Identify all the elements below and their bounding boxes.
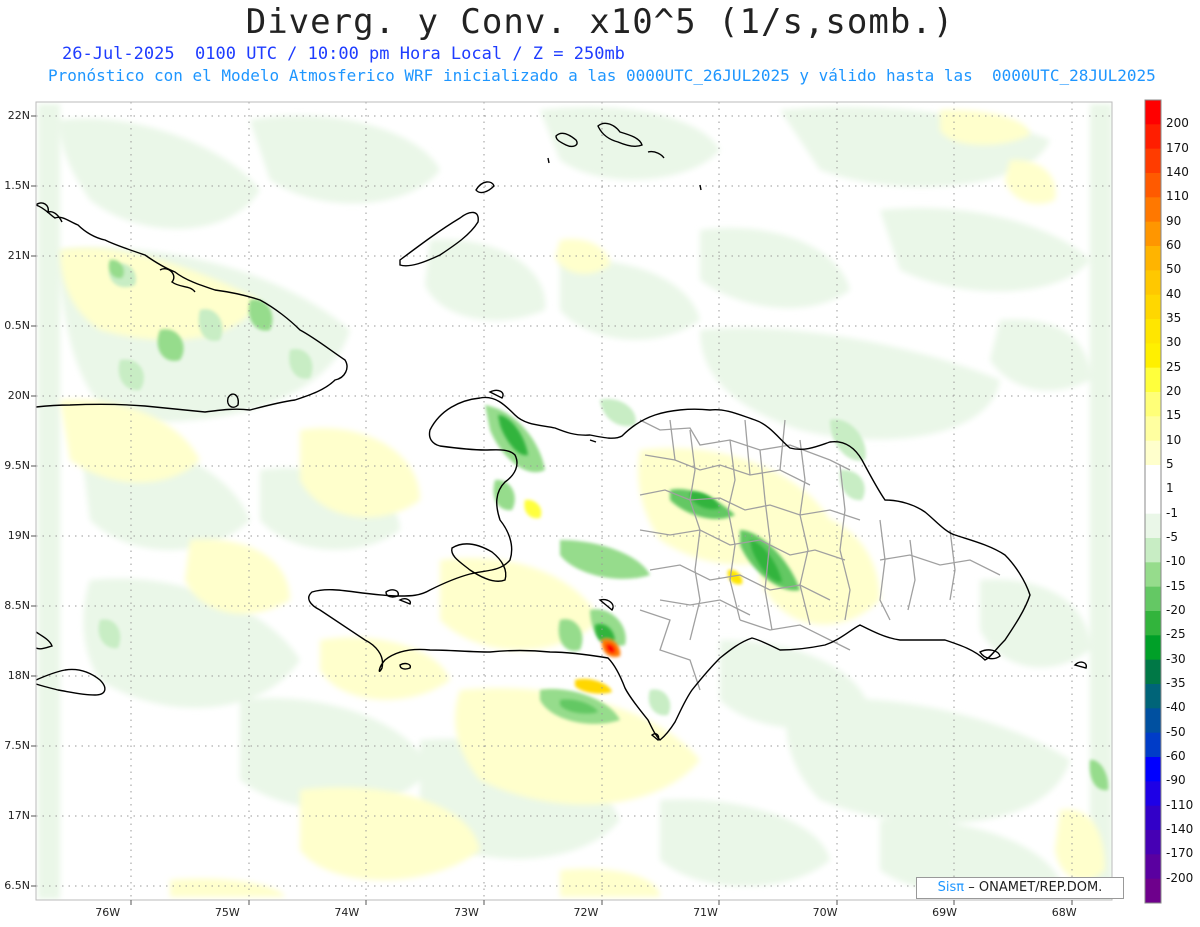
credit-text: – ONAMET/REP.DOM. (968, 880, 1103, 895)
lon-label: 71W (693, 906, 718, 919)
colorbar-label: -1 (1166, 505, 1178, 520)
lat-label: 0.5N (4, 319, 30, 332)
colorbar-label: -90 (1166, 773, 1186, 788)
colorbar-label: -15 (1166, 578, 1186, 593)
colorbar-label: 1 (1166, 481, 1174, 496)
lon-label: 68W (1051, 906, 1077, 919)
colorbar-label: 5 (1166, 457, 1174, 471)
colorbar-swatch (1145, 757, 1161, 782)
colorbar-swatch (1145, 805, 1161, 831)
colorbar-label: 15 (1166, 408, 1182, 423)
colorbar-swatch (1145, 416, 1161, 442)
colorbar-swatch (1145, 148, 1161, 174)
colorbar-label: 140 (1166, 165, 1189, 179)
colorbar-swatch (1145, 732, 1161, 758)
lat-label: 21N (7, 249, 30, 262)
colorbar-swatch (1145, 465, 1161, 490)
credit-box: Sisπ – ONAMET/REP.DOM. (916, 877, 1124, 899)
lon-label: 76W (95, 906, 121, 919)
lat-label: 7.5N (4, 739, 30, 752)
colorbar-label: 110 (1166, 189, 1189, 204)
colorbar-label: 90 (1166, 213, 1182, 228)
lat-label: 8.5N (4, 599, 30, 612)
colorbar-swatch (1145, 586, 1161, 612)
colorbar-swatch (1145, 781, 1161, 807)
colorbar-label: 35 (1166, 311, 1182, 325)
colorbar-label: -20 (1166, 603, 1186, 617)
colorbar-label: 30 (1166, 335, 1182, 350)
lat-label: 18N (7, 669, 30, 682)
colorbar-swatch (1145, 270, 1161, 296)
colorbar-swatch (1145, 392, 1161, 417)
lon-label: 74W (334, 906, 360, 919)
colorbar-label: -60 (1166, 749, 1186, 763)
lon-label: 75W (214, 906, 240, 919)
colorbar-swatch (1145, 367, 1161, 393)
lon-label: 72W (573, 906, 599, 919)
lat-label: 1.5N (4, 179, 30, 192)
colorbar-label: 200 (1166, 116, 1189, 131)
colorbar-swatch (1145, 221, 1161, 247)
colorbar-label: -35 (1166, 676, 1186, 690)
colorbar (1144, 99, 1162, 904)
colorbar-swatch (1145, 684, 1161, 709)
lat-label: 9.5N (4, 459, 30, 472)
colorbar-label: 40 (1166, 286, 1182, 301)
lon-label: 73W (453, 906, 479, 919)
colorbar-label: 20 (1166, 384, 1182, 398)
lon-label: 70W (812, 906, 838, 919)
colorbar-label: 25 (1166, 359, 1182, 374)
colorbar-swatch (1145, 708, 1161, 734)
colorbar-label: -140 (1166, 822, 1194, 836)
colorbar-swatch (1145, 854, 1161, 880)
colorbar-swatch (1145, 830, 1161, 855)
colorbar-swatch (1145, 319, 1161, 344)
colorbar-label: -5 (1166, 530, 1178, 544)
colorbar-swatch (1145, 489, 1161, 515)
colorbar-label: -10 (1166, 554, 1186, 569)
colorbar-swatch (1145, 513, 1161, 539)
lat-label: 17N (7, 809, 30, 822)
lat-label: 19N (7, 529, 30, 542)
colorbar-swatch (1145, 440, 1161, 466)
colorbar-swatch (1145, 173, 1161, 198)
colorbar-label: -200 (1166, 870, 1194, 885)
colorbar-label: -25 (1166, 627, 1186, 642)
lat-label: 20N (7, 389, 30, 402)
colorbar-label: 60 (1166, 238, 1182, 252)
colorbar-swatch (1145, 197, 1161, 223)
colorbar-label: -40 (1166, 700, 1186, 715)
colorbar-swatch (1145, 659, 1161, 685)
credit-brand: Sisπ (937, 880, 965, 895)
lat-label: 22N (7, 109, 30, 122)
colorbar-label: -110 (1166, 797, 1194, 812)
colorbar-swatch (1145, 100, 1161, 125)
colorbar-swatch (1145, 635, 1161, 661)
colorbar-label: 10 (1166, 432, 1182, 447)
colorbar-label: 50 (1166, 262, 1182, 277)
colorbar-swatch (1145, 246, 1161, 271)
lat-label: 6.5N (4, 879, 30, 892)
divergence-map (31, 99, 1162, 905)
colorbar-label: -30 (1166, 651, 1186, 666)
colorbar-swatch (1145, 124, 1161, 150)
colorbar-swatch (1145, 562, 1161, 588)
colorbar-swatch (1145, 294, 1161, 320)
lon-label: 69W (932, 906, 958, 919)
colorbar-swatch (1145, 611, 1161, 636)
colorbar-label: 170 (1166, 140, 1189, 155)
colorbar-swatch (1145, 878, 1161, 904)
colorbar-label: -170 (1166, 846, 1194, 861)
colorbar-label: -50 (1166, 724, 1186, 739)
colorbar-swatch (1145, 343, 1161, 369)
colorbar-swatch (1145, 538, 1161, 563)
